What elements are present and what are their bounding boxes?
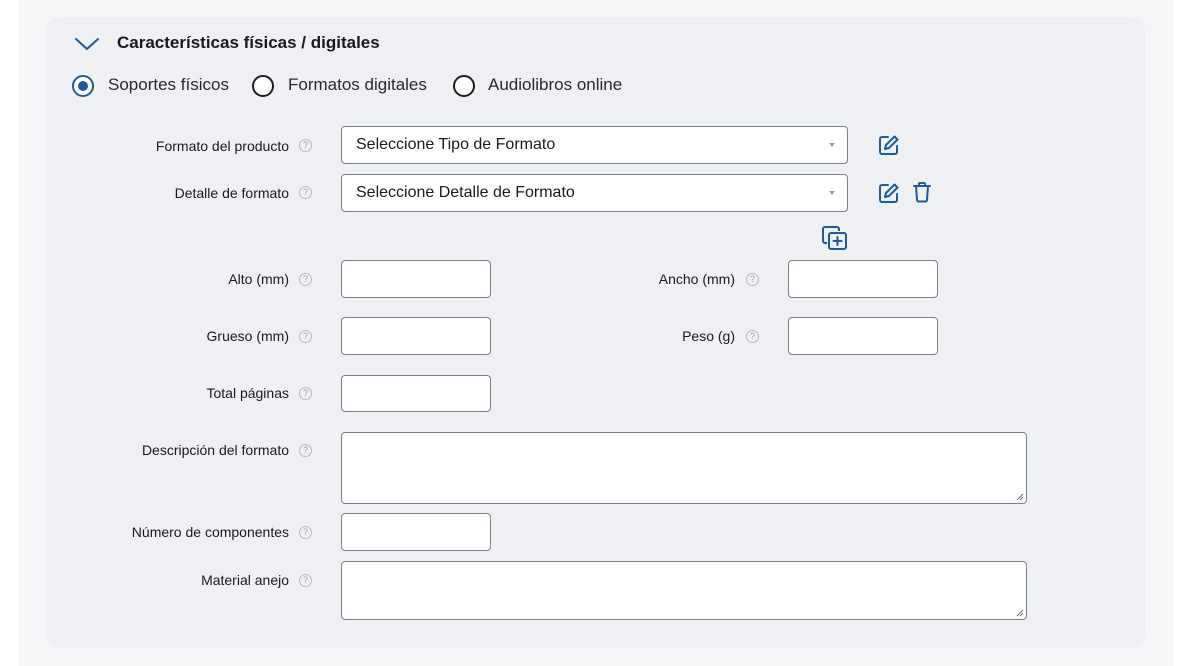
label-grueso: Grueso (mm) [206,328,289,344]
label-descripcion-formato: Descripción del formato [141,442,289,458]
label-numero-componentes: Número de componentes [131,524,289,540]
textarea-descripcion-formato[interactable] [341,432,1027,504]
resize-grip-icon[interactable] [1016,493,1024,501]
label-detalle-formato: Detalle de formato [174,185,289,201]
chevron-down-icon[interactable] [74,34,100,52]
help-icon[interactable]: ? [299,526,312,539]
caret-down-icon [829,143,835,147]
help-icon[interactable]: ? [299,273,312,286]
help-icon[interactable]: ? [299,574,312,587]
input-alto[interactable] [341,260,491,298]
radio-formatos-digitales[interactable] [252,75,274,97]
radio-soportes-fisicos[interactable] [72,75,94,97]
textarea-material-anejo[interactable] [341,561,1027,620]
radio-label-soportes-fisicos[interactable]: Soportes físicos [108,74,229,96]
edit-icon[interactable] [878,182,900,204]
input-ancho[interactable] [788,260,938,298]
help-icon[interactable]: ? [746,330,759,343]
help-icon[interactable]: ? [299,444,312,457]
radio-label-formatos-digitales[interactable]: Formatos digitales [288,74,427,96]
input-grueso[interactable] [341,317,491,355]
help-icon[interactable]: ? [299,330,312,343]
label-formato-producto: Formato del producto [155,138,289,154]
resize-grip-icon[interactable] [1016,609,1024,617]
copy-plus-icon[interactable] [821,225,849,251]
help-icon[interactable]: ? [299,139,312,152]
radio-label-audiolibros-online[interactable]: Audiolibros online [488,74,622,96]
input-total-paginas[interactable] [341,375,491,412]
select-detalle-formato[interactable]: Seleccione Detalle de Formato [341,174,848,212]
section-title: Características físicas / digitales [117,33,380,52]
input-peso[interactable] [788,317,938,355]
trash-icon[interactable] [912,181,932,203]
help-icon[interactable]: ? [746,273,759,286]
caret-down-icon [829,191,835,195]
label-alto: Alto (mm) [228,271,289,287]
select-formato-producto-value: Seleccione Tipo de Formato [356,136,556,153]
edit-icon[interactable] [878,134,900,156]
label-peso: Peso (g) [682,328,735,344]
radio-audiolibros-online[interactable] [453,75,475,97]
select-detalle-formato-value: Seleccione Detalle de Formato [356,184,575,201]
label-total-paginas: Total páginas [206,385,289,401]
input-numero-componentes[interactable] [341,513,491,551]
help-icon[interactable]: ? [299,186,312,199]
label-ancho: Ancho (mm) [658,271,735,287]
help-icon[interactable]: ? [299,387,312,400]
select-formato-producto[interactable]: Seleccione Tipo de Formato [341,126,848,164]
label-material-anejo: Material anejo [201,572,289,588]
